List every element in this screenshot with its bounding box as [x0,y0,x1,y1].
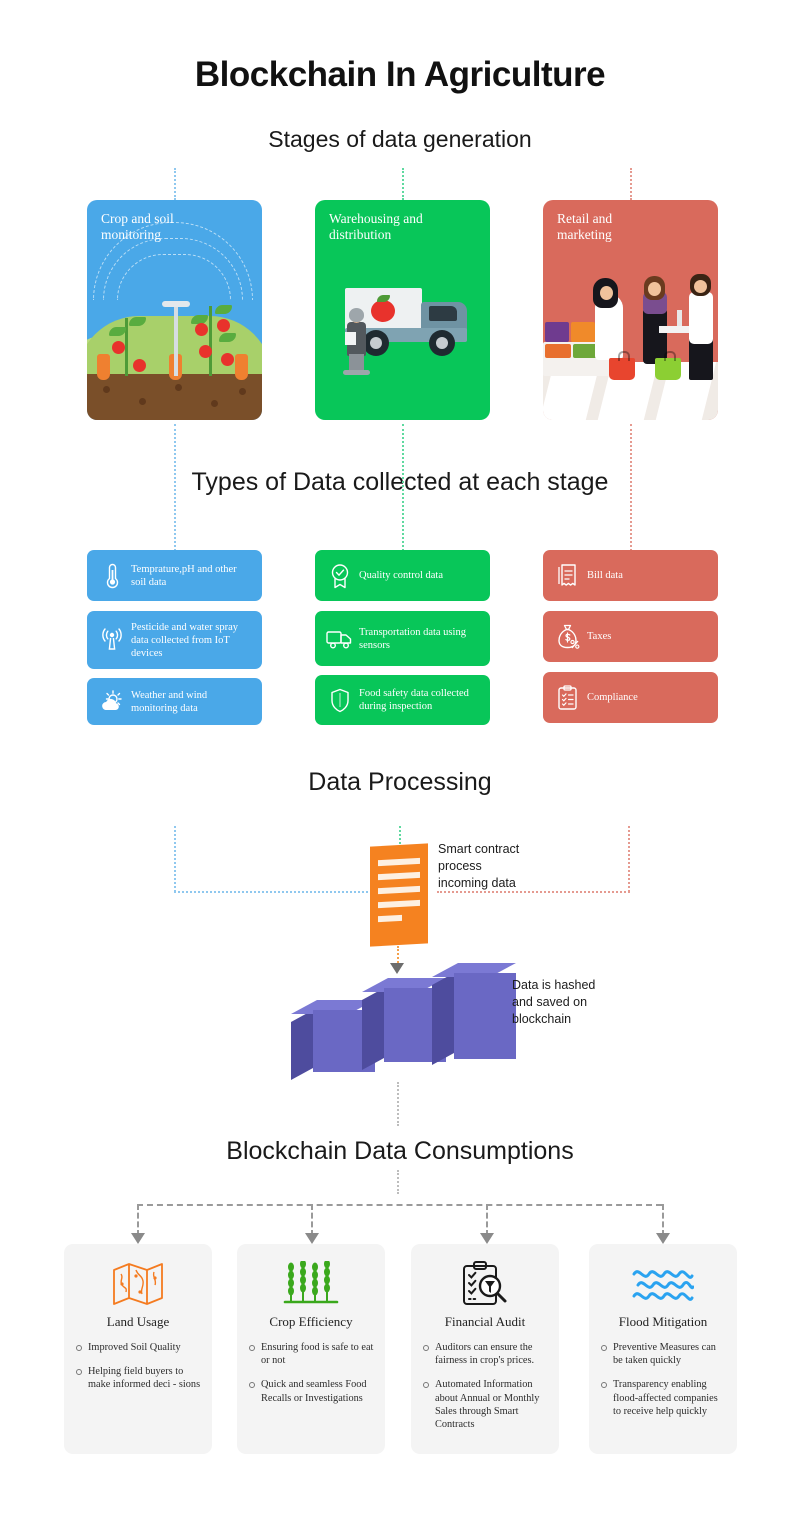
smart-contract-document[interactable] [370,843,428,947]
data-pill-label: Quality control data [359,570,443,581]
branch-arrow-4 [656,1233,670,1244]
wheat-crops-icon [248,1258,374,1310]
folded-map-icon [75,1258,201,1310]
signal-tower-icon [97,628,127,652]
connector-blue-across [174,891,392,893]
shield-icon [325,688,355,713]
consumption-heading: Blockchain Data Consumptions [226,1137,574,1165]
arrow-to-blockchain [390,963,404,974]
types-heading: Types of Data collected at each stage [191,468,609,496]
consumption-points-list: Improved Soil Quality Helping field buye… [75,1341,201,1392]
consumption-card-crop-efficiency[interactable]: Crop Efficiency Ensuring food is safe to… [237,1244,385,1454]
data-pill-pesticide[interactable]: Pesticide and water spray data collected… [87,611,262,669]
consumption-card-title: Land Usage [106,1314,170,1329]
data-pill-label: Weather and wind monitoring data [131,689,208,714]
branch-line-3 [486,1204,488,1236]
consumption-points-list: Auditors can ensure the fairness in crop… [422,1341,548,1431]
list-item: Transparency enabling flood-affected com… [600,1378,726,1418]
connector-blue-top [174,168,176,200]
connector-red-down [628,826,630,892]
data-pill-label: Bill data [587,570,623,581]
list-item: Preventive Measures can be taken quickly [600,1341,726,1367]
connector-green-top [402,168,404,200]
consumption-card-flood-mitigation[interactable]: Flood Mitigation Preventive Measures can… [589,1244,737,1454]
audit-clipboard-magnifier-icon [422,1258,548,1310]
stage-card-crop-soil[interactable]: Crop and soil monitoring [87,200,262,420]
stage-card-retail[interactable]: Retail and marketing [543,200,718,420]
data-pill-quality[interactable]: Quality control data [315,550,490,601]
connector-red-top [630,168,632,200]
page-title: Blockchain In Agriculture [194,55,606,94]
connector-blue-to-types [174,424,176,551]
connector-blocks-down [397,1082,399,1126]
connector-to-consumption [397,1170,399,1194]
consumption-card-title: Financial Audit [444,1314,526,1329]
data-pill-label: Transportation data using sensors [359,626,466,651]
data-pill-temperature[interactable]: Temprature,pH and other soil data [87,550,262,601]
connector-red-to-types [630,424,632,551]
processing-heading: Data Processing [308,768,492,796]
smart-contract-note: Smart contract process incoming data [438,842,520,890]
data-pill-label: Temprature,pH and other soil data [131,563,237,588]
consumption-card-title: Crop Efficiency [269,1314,353,1329]
data-pill-taxes[interactable]: Taxes [543,611,718,662]
truck-icon [325,628,355,650]
data-pill-weather[interactable]: Weather and wind monitoring data [87,678,262,725]
data-pill-label: Food safety data collected during inspec… [359,688,469,712]
consumption-branch-bar [137,1204,662,1206]
blockchain-note: Data is hashed and saved on blockchain [512,978,596,1026]
stage-card-warehousing[interactable]: Warehousing and distribution [315,200,490,420]
list-item: Quick and seamless Food Recalls or Inves… [248,1378,374,1404]
consumption-card-title: Flood Mitigation [618,1314,708,1329]
connector-blue-down [174,826,176,892]
consumption-points-list: Ensuring food is safe to eat or not Quic… [248,1341,374,1405]
data-pill-food-safety[interactable]: Food safety data collected during inspec… [315,675,490,725]
weather-cloud-sun-icon [97,689,127,714]
connector-green-to-types [402,424,404,551]
list-item: Helping field buyers to make informed de… [75,1365,201,1391]
branch-line-2 [311,1204,313,1236]
water-waves-icon [600,1258,726,1310]
blockchain-block-3 [432,963,516,1065]
data-pill-compliance[interactable]: Compliance [543,672,718,723]
receipt-icon [553,563,583,589]
data-pill-bill[interactable]: Bill data [543,550,718,601]
list-item: Ensuring food is safe to eat or not [248,1341,374,1367]
stage-card-label: Warehousing and distribution [329,211,423,242]
clipboard-check-icon [553,684,583,711]
data-pill-label: Pesticide and water spray data collected… [131,621,239,659]
data-pill-transportation[interactable]: Transportation data using sensors [315,611,490,666]
consumption-points-list: Preventive Measures can be taken quickly… [600,1341,726,1418]
data-pill-label: Compliance [587,692,638,703]
list-item: Auditors can ensure the fairness in crop… [422,1341,548,1367]
branch-arrow-1 [131,1233,145,1244]
stage-card-label: Crop and soil monitoring [101,211,174,242]
branch-arrow-3 [480,1233,494,1244]
branch-line-4 [662,1204,664,1236]
quality-badge-icon [325,563,355,589]
list-item: Automated Information about Annual or Mo… [422,1378,548,1431]
consumption-card-land-usage[interactable]: Land Usage Improved Soil Quality Helping… [64,1244,212,1454]
data-pill-label: Taxes [587,631,612,642]
stages-heading: Stages of data generation [268,126,532,152]
branch-line-1 [137,1204,139,1236]
stage-card-label: Retail and marketing [557,211,613,242]
list-item: Improved Soil Quality [75,1341,201,1354]
branch-arrow-2 [305,1233,319,1244]
money-bag-percent-icon [553,624,583,650]
consumption-card-financial-audit[interactable]: Financial Audit Auditors can ensure the … [411,1244,559,1454]
thermometer-icon [97,563,127,589]
